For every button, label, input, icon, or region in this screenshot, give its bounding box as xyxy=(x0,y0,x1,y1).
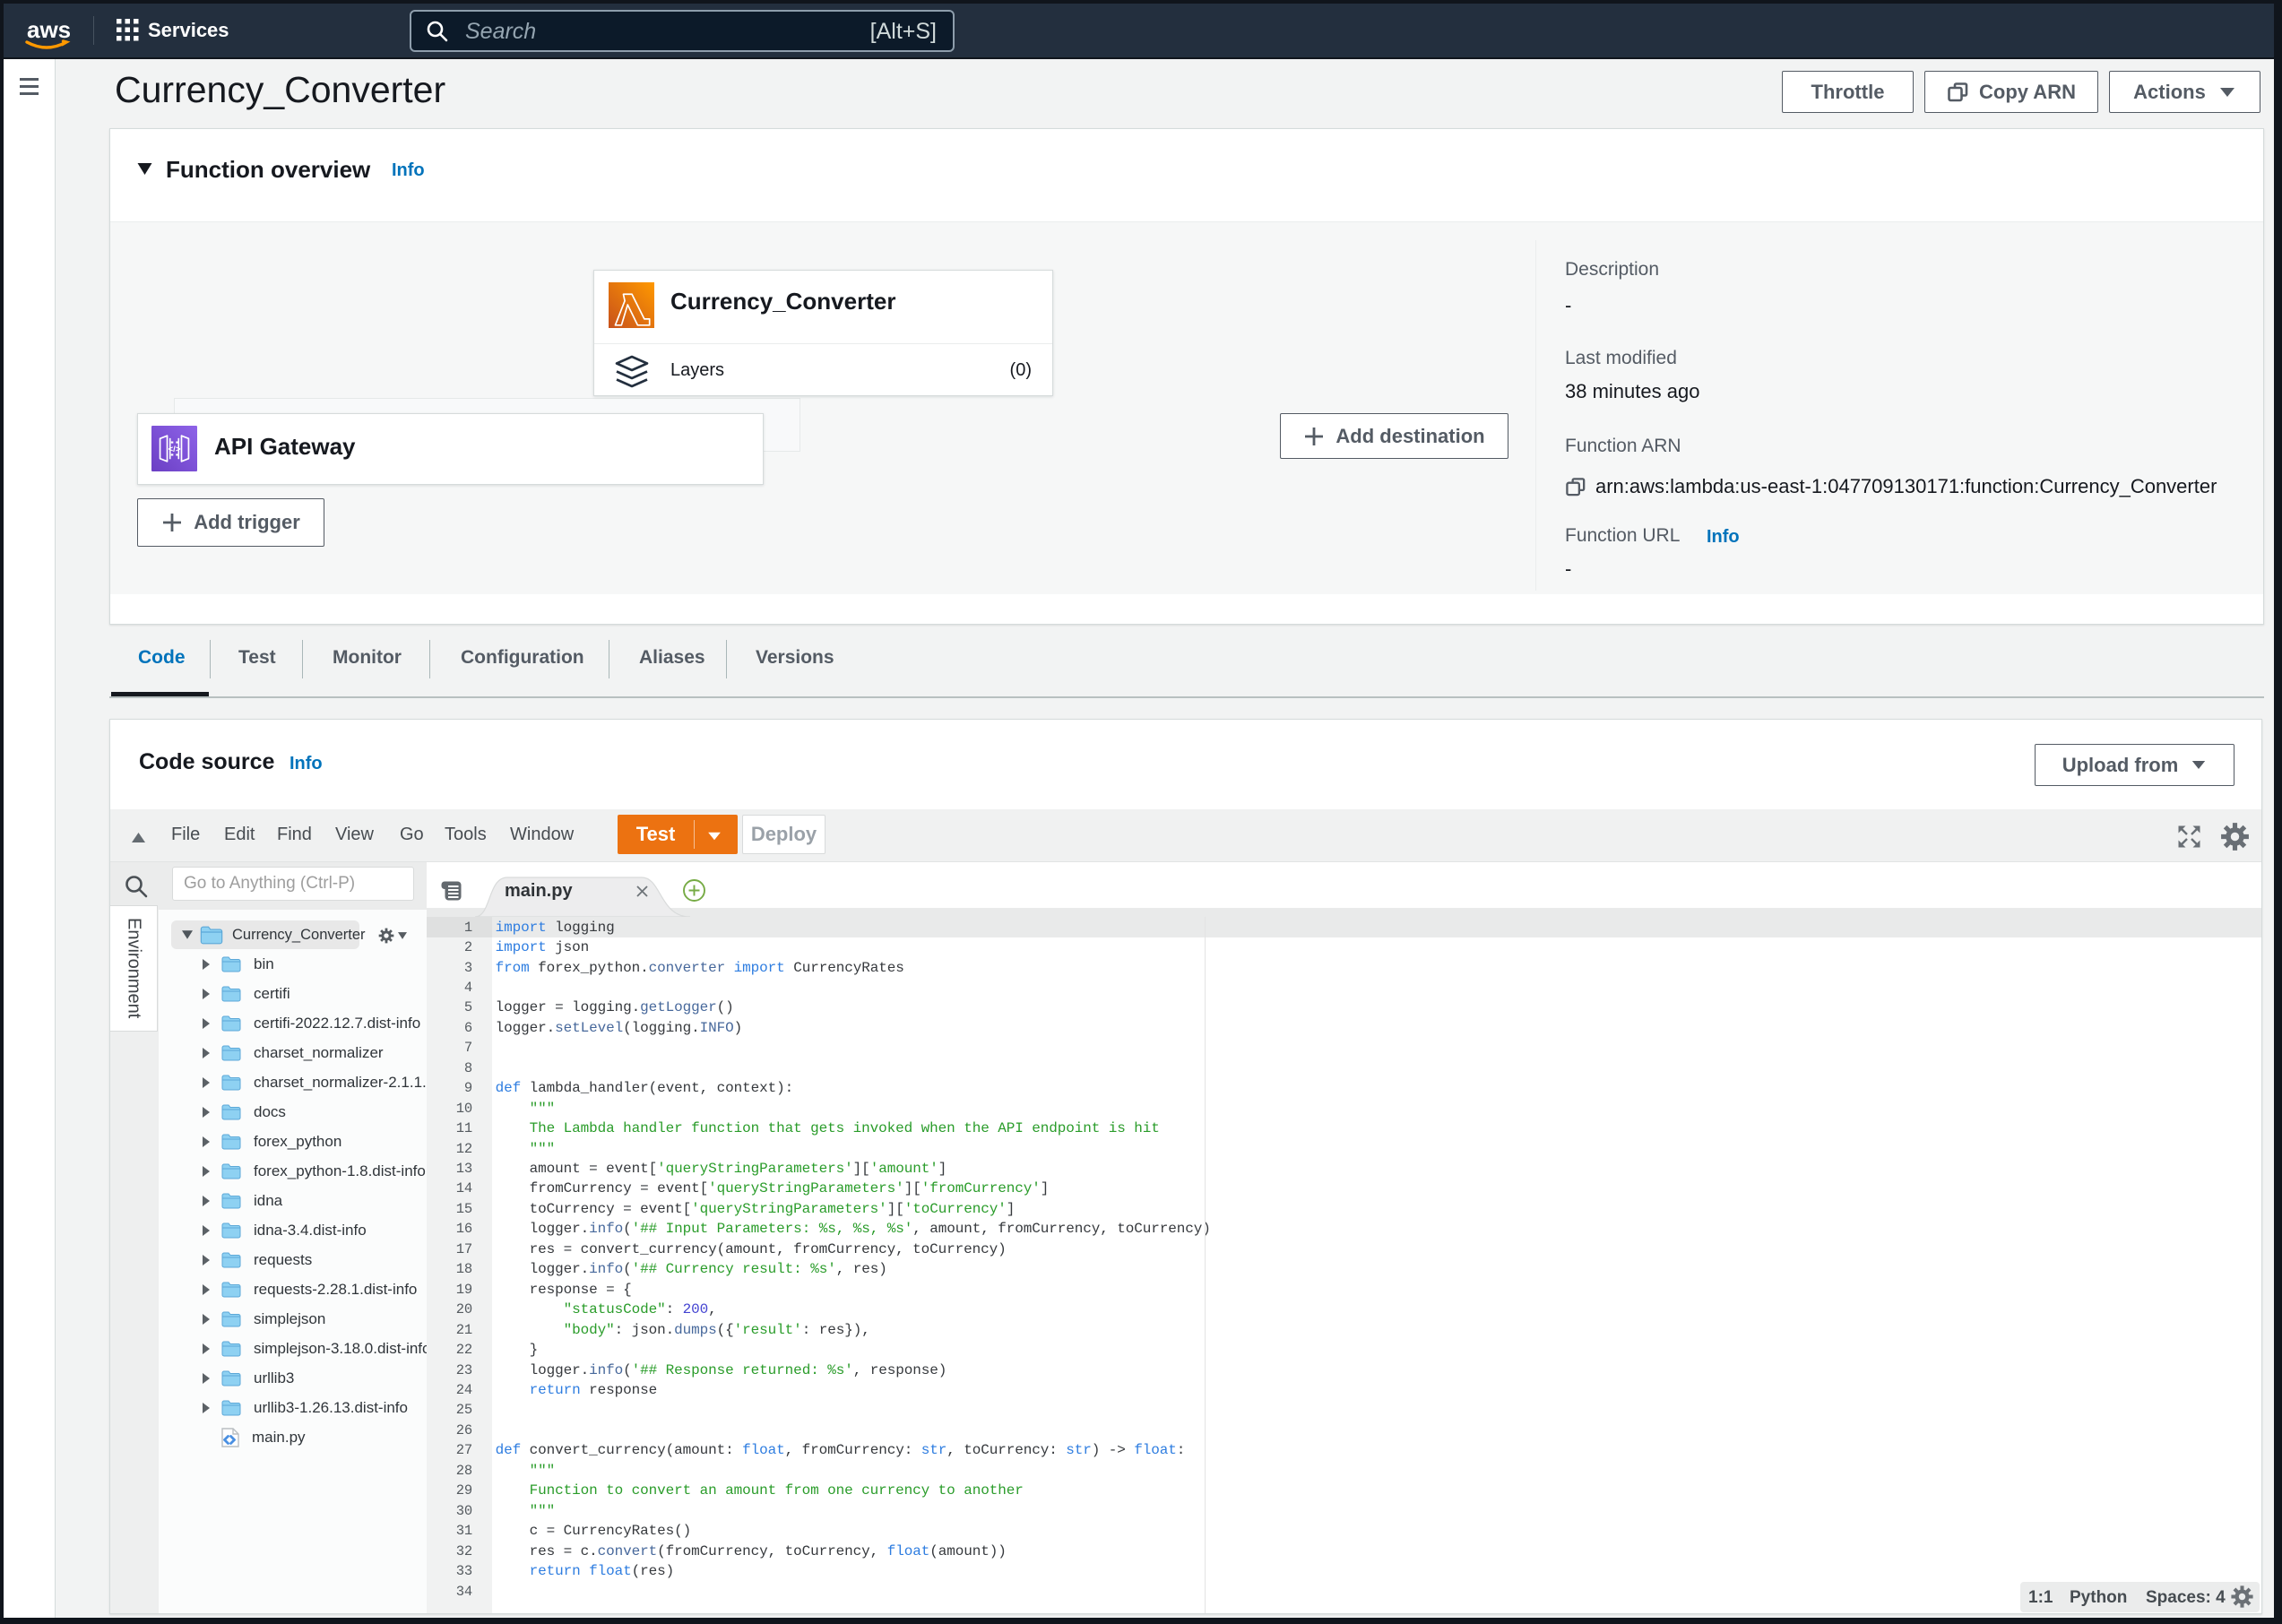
svg-text:aws: aws xyxy=(27,16,71,43)
svg-text:</>: </> xyxy=(169,445,181,454)
